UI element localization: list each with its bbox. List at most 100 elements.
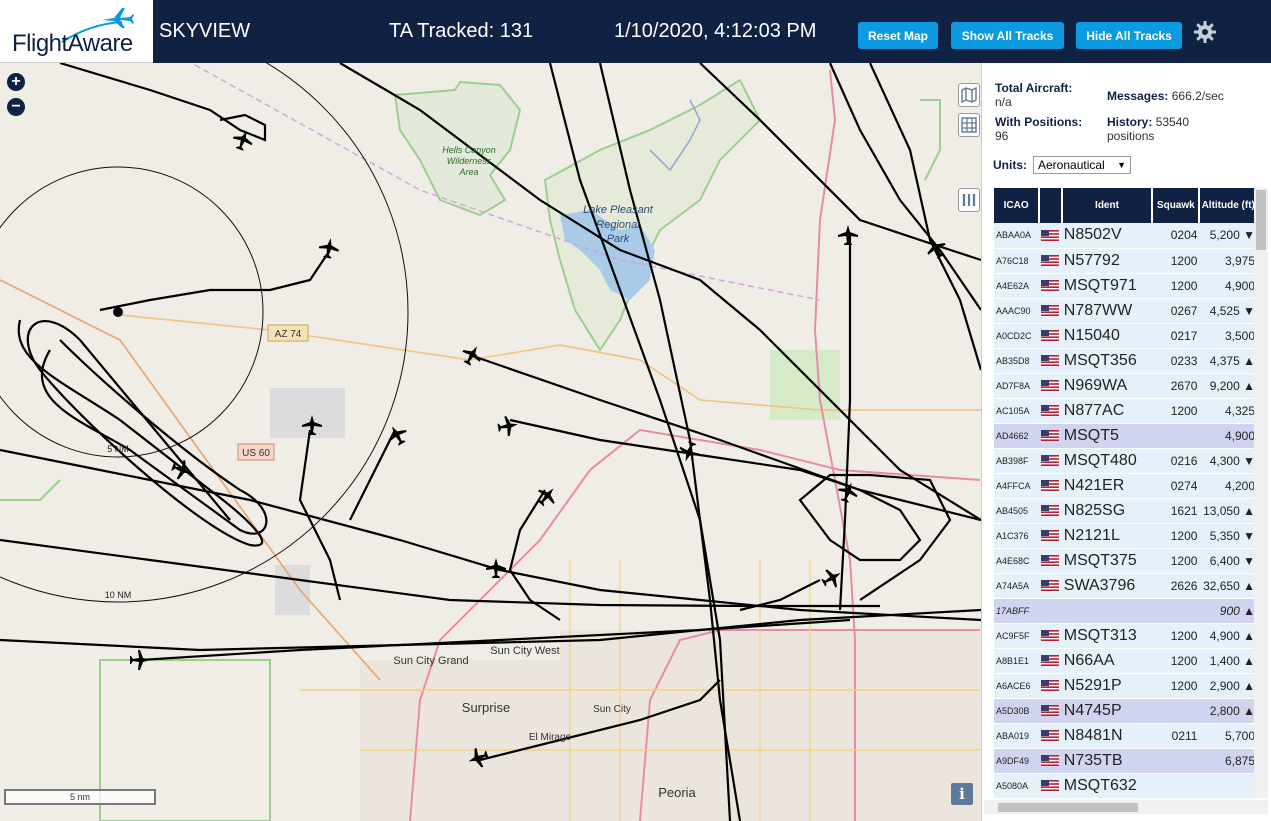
cell-altitude: 4,900 ▲: [1199, 623, 1257, 649]
messages-label: Messages:: [1107, 89, 1169, 103]
flightaware-logo[interactable]: FlightAware: [0, 0, 153, 63]
cell-squawk: [1152, 773, 1200, 799]
table-row[interactable]: AAAC90 N787WW 0267 4,525 ▼: [994, 298, 1257, 324]
table-row[interactable]: ABAA0A N8502V 0204 5,200 ▼: [994, 223, 1257, 249]
units-label: Units:: [993, 158, 1027, 172]
col-ident[interactable]: Ident: [1061, 188, 1154, 223]
cell-icao: AAAC90: [994, 298, 1040, 324]
messages-stat: Messages: 666.2/sec: [1107, 89, 1224, 103]
cell-icao: ABA019: [994, 723, 1040, 749]
cell-altitude: 4,900: [1199, 273, 1257, 299]
us-flag-icon: [1041, 505, 1060, 516]
table-row[interactable]: AB4505 N825SG 1621 13,050 ▲: [994, 498, 1257, 524]
cell-icao: 17ABFF: [994, 598, 1040, 624]
col-squawk[interactable]: Squawk: [1152, 188, 1201, 223]
zoom-in-button[interactable]: +: [7, 73, 25, 91]
cell-altitude: 6,400 ▼: [1199, 548, 1257, 574]
with-positions-value: 96: [995, 129, 1009, 143]
info-icon[interactable]: i: [951, 783, 973, 805]
table-row[interactable]: A76C18 N57792 1200 3,975: [994, 248, 1257, 274]
us-flag-icon: [1041, 530, 1060, 541]
map-label-el-mirage: El Mirage: [529, 732, 572, 743]
cell-squawk: 0274: [1152, 473, 1200, 499]
table-row[interactable]: A1C376 N2121L 1200 5,350 ▼: [994, 523, 1257, 549]
cell-icao: A6ACE6: [994, 673, 1040, 699]
table-row[interactable]: AB35D8 MSQT356 0233 4,375 ▲: [994, 348, 1257, 374]
cell-flag: [1039, 498, 1062, 524]
table-row[interactable]: A9DF49 N735TB 6,875: [994, 748, 1257, 774]
vertical-scrollbar-thumb[interactable]: [1256, 190, 1266, 250]
zoom-out-button[interactable]: −: [7, 98, 25, 116]
table-row[interactable]: 17ABFF 900 ▲: [994, 598, 1257, 624]
show-all-tracks-button[interactable]: Show All Tracks: [951, 22, 1064, 49]
history-label: History:: [1107, 115, 1153, 129]
cell-altitude: 4,200: [1199, 473, 1257, 499]
col-altitude[interactable]: Altitude (ft): [1199, 188, 1258, 223]
cell-ident: MSQT971: [1061, 273, 1153, 299]
plane-logo-icon: [102, 8, 134, 28]
cell-ident: N969WA: [1061, 373, 1153, 399]
table-row[interactable]: A8B1E1 N66AA 1200 1,400 ▲: [994, 648, 1257, 674]
table-header-row: ICAO Ident Squawk Altitude (ft): [994, 188, 1258, 223]
table-row[interactable]: A6ACE6 N5291P 1200 2,900 ▲: [994, 673, 1257, 699]
table-row[interactable]: A5D30B N4745P 2,800 ▲: [994, 698, 1257, 724]
table-row[interactable]: AD7F8A N969WA 2670 9,200 ▲: [994, 373, 1257, 399]
cell-ident: MSQT632: [1061, 773, 1153, 799]
columns-icon[interactable]: [958, 188, 980, 212]
us-flag-icon: [1041, 355, 1060, 366]
units-select[interactable]: Aeronautical ▼: [1033, 156, 1131, 174]
map-canvas[interactable]: Hells Canyon Wilderness Area Lake Pleasa…: [0, 63, 981, 821]
cell-altitude: 4,300 ▼: [1199, 448, 1257, 474]
table-row[interactable]: AC105A N877AC 1200 4,325: [994, 398, 1257, 424]
cell-icao: A74A5A: [994, 573, 1040, 599]
us-flag-icon: [1041, 630, 1060, 641]
us-flag-icon: [1041, 680, 1060, 691]
col-flag[interactable]: [1039, 188, 1063, 223]
table-row[interactable]: A4E68C MSQT375 1200 6,400 ▼: [994, 548, 1257, 574]
table-row[interactable]: A5080A MSQT632: [994, 773, 1257, 799]
us-flag-icon: [1041, 655, 1060, 666]
table-row[interactable]: A4FFCA N421ER 0274 4,200: [994, 473, 1257, 499]
cell-ident: MSQT313: [1061, 623, 1153, 649]
vertical-scrollbar[interactable]: [1254, 188, 1268, 798]
cell-ident: [1061, 598, 1153, 624]
map-label-sun-city: Sun City: [593, 704, 631, 715]
cell-altitude: 3,975: [1199, 248, 1257, 274]
map-layers-icon[interactable]: [958, 83, 980, 107]
table-row[interactable]: AD4662 MSQT5 4,900: [994, 423, 1257, 449]
table-row[interactable]: A74A5A SWA3796 2626 32,650 ▲: [994, 573, 1257, 599]
cell-squawk: 1200: [1152, 623, 1200, 649]
horizontal-scrollbar-thumb[interactable]: [998, 803, 1138, 812]
cell-flag: [1039, 623, 1062, 649]
cell-squawk: 1200: [1152, 523, 1200, 549]
cell-icao: A9DF49: [994, 748, 1040, 774]
cell-altitude: [1199, 773, 1257, 799]
cell-squawk: 2670: [1152, 373, 1200, 399]
cell-icao: ABAA0A: [994, 223, 1040, 249]
cell-altitude: 4,325: [1199, 398, 1257, 424]
cell-flag: [1039, 348, 1062, 374]
table-row[interactable]: AC9F5F MSQT313 1200 4,900 ▲: [994, 623, 1257, 649]
cell-ident: N66AA: [1061, 648, 1153, 674]
cell-icao: A4E68C: [994, 548, 1040, 574]
cell-flag: [1039, 373, 1062, 399]
gear-icon[interactable]: [1193, 20, 1217, 44]
cell-squawk: [1152, 698, 1200, 724]
table-row[interactable]: AB398F MSQT480 0216 4,300 ▼: [994, 448, 1257, 474]
cell-ident: N2121L: [1061, 523, 1153, 549]
cell-icao: A4E62A: [994, 273, 1040, 299]
hide-all-tracks-button[interactable]: Hide All Tracks: [1076, 22, 1182, 49]
history-value: 53540: [1155, 115, 1190, 129]
table-row[interactable]: A0CD2C N15040 0217 3,500: [994, 323, 1257, 349]
grid-icon[interactable]: [958, 113, 980, 137]
cell-flag: [1039, 548, 1062, 574]
cell-flag: [1039, 698, 1062, 724]
reset-map-button[interactable]: Reset Map: [858, 22, 938, 49]
table-row[interactable]: ABA019 N8481N 0211 5,700: [994, 723, 1257, 749]
cell-squawk: 0267: [1152, 298, 1200, 324]
cell-altitude: 13,050 ▲: [1199, 498, 1257, 524]
table-row[interactable]: A4E62A MSQT971 1200 4,900: [994, 273, 1257, 299]
cell-icao: AD7F8A: [994, 373, 1040, 399]
col-icao[interactable]: ICAO: [994, 188, 1041, 223]
us-flag-icon: [1041, 380, 1060, 391]
